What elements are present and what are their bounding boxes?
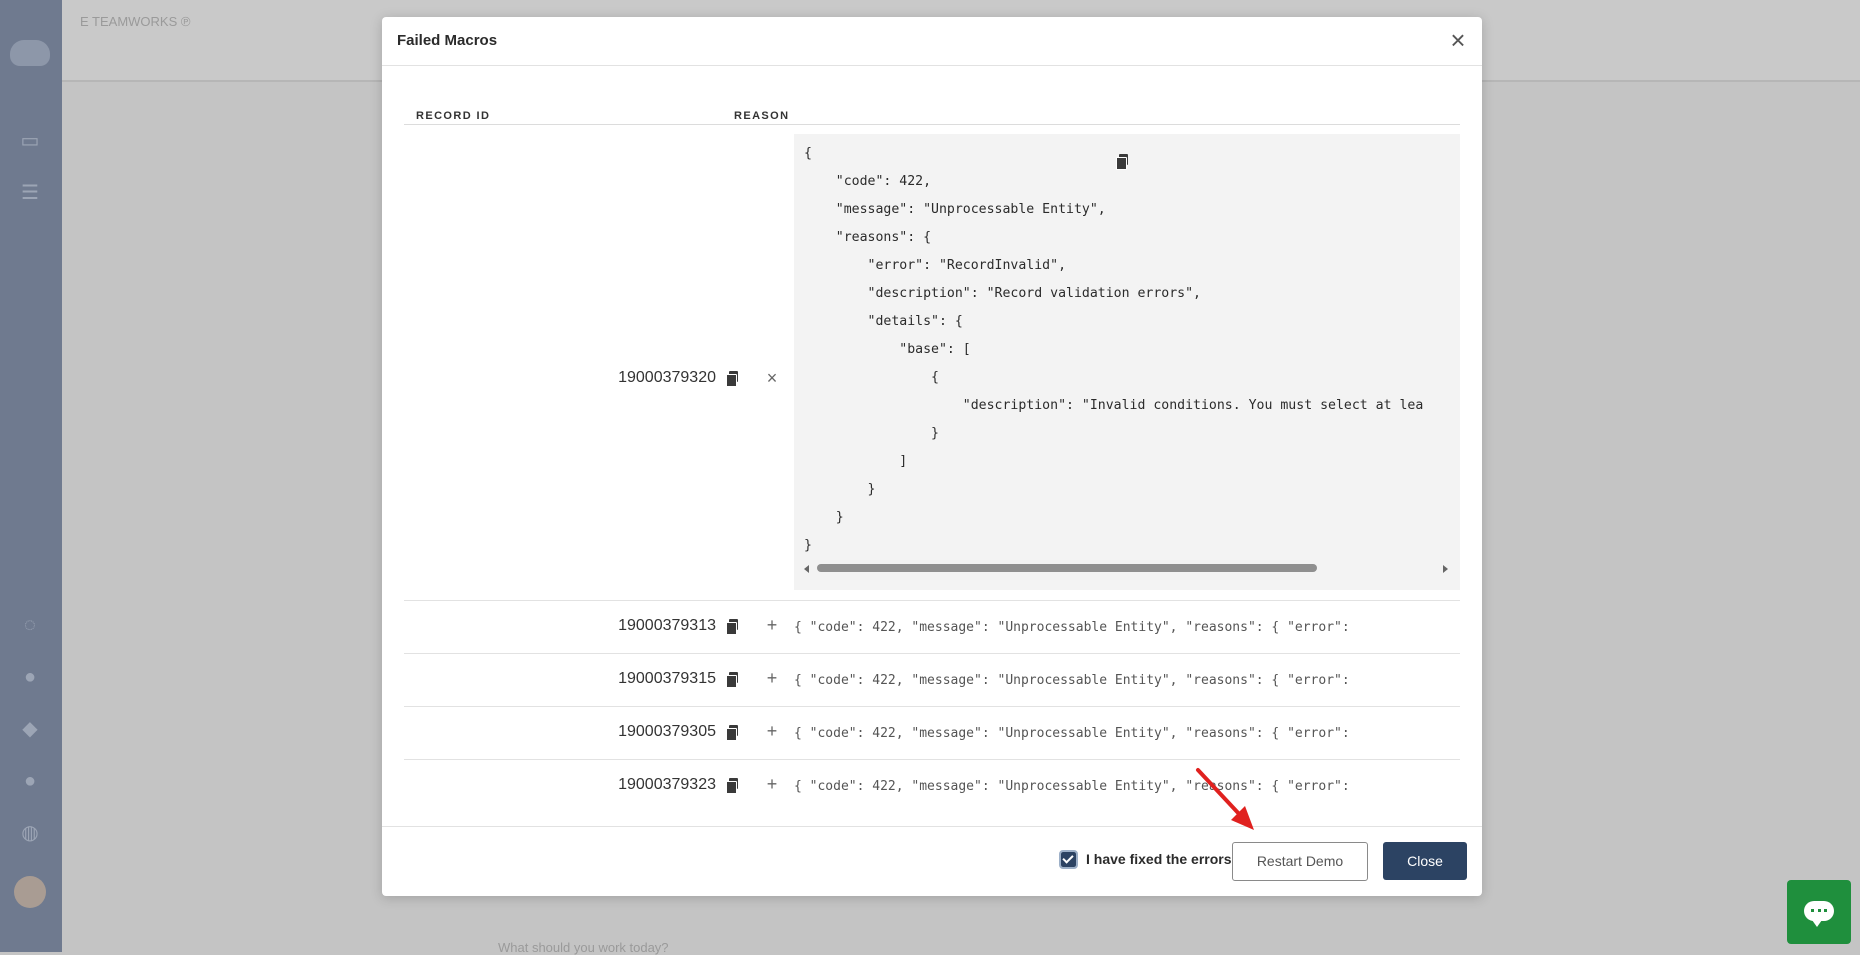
- collapse-toggle[interactable]: ×: [764, 368, 780, 389]
- modal-header: Failed Macros ×: [382, 17, 1482, 66]
- reason-json-block: { "code": 422, "message": "Unprocessable…: [794, 134, 1460, 590]
- failed-macros-modal: Failed Macros × RECORD ID REASON 1900037…: [382, 17, 1482, 896]
- chat-dots-icon: [1811, 909, 1827, 915]
- expand-toggle[interactable]: +: [764, 668, 780, 689]
- record-id: 19000379305: [618, 723, 716, 740]
- scroll-left-icon[interactable]: [804, 565, 809, 573]
- column-header-reason: REASON: [734, 110, 790, 122]
- app-logo-icon: [10, 40, 50, 66]
- copy-icon[interactable]: [726, 725, 740, 741]
- modal-title: Failed Macros: [397, 32, 498, 49]
- shield-icon[interactable]: ◆: [18, 718, 42, 740]
- reason-preview: { "code": 422, "message": "Unprocessable…: [794, 779, 1350, 794]
- table-row[interactable]: 19000379313 + { "code": 422, "message": …: [404, 601, 1460, 654]
- copy-icon[interactable]: [726, 778, 740, 794]
- scroll-right-icon[interactable]: [1443, 565, 1448, 573]
- table-row[interactable]: 19000379305 + { "code": 422, "message": …: [404, 707, 1460, 760]
- horizontal-scrollbar[interactable]: [794, 562, 1460, 576]
- background-page-title: E TEAMWORKS ℗: [80, 14, 191, 29]
- copy-icon[interactable]: [726, 672, 740, 688]
- headset-icon[interactable]: ◌: [18, 614, 42, 636]
- table-row[interactable]: 19000379323 + { "code": 422, "message": …: [404, 760, 1460, 812]
- lightbulb-icon[interactable]: ●: [18, 666, 42, 688]
- modal-footer: I have fixed the errors Restart Demo Clo…: [382, 826, 1482, 896]
- left-navigation-rail: ▭ ☰ ◌ ● ◆ ● ◍: [0, 0, 62, 952]
- copy-icon[interactable]: [726, 619, 740, 635]
- expand-toggle[interactable]: +: [764, 615, 780, 636]
- expand-toggle[interactable]: +: [764, 721, 780, 742]
- globe-icon[interactable]: ◍: [18, 822, 42, 844]
- record-id: 19000379320: [618, 369, 716, 386]
- table-header: RECORD ID REASON: [404, 65, 1460, 125]
- reason-preview: { "code": 422, "message": "Unprocessable…: [794, 673, 1350, 688]
- chat-widget-button[interactable]: [1787, 880, 1851, 944]
- close-button[interactable]: Close: [1383, 842, 1467, 880]
- copy-json-icon[interactable]: [1116, 154, 1130, 170]
- record-id: 19000379313: [618, 617, 716, 634]
- close-icon[interactable]: ×: [1446, 27, 1470, 53]
- record-id: 19000379323: [618, 776, 716, 793]
- reason-preview: { "code": 422, "message": "Unprocessable…: [794, 726, 1350, 741]
- help-icon[interactable]: ●: [18, 770, 42, 792]
- record-id: 19000379315: [618, 670, 716, 687]
- expand-toggle[interactable]: +: [764, 774, 780, 795]
- reason-preview: { "code": 422, "message": "Unprocessable…: [794, 620, 1350, 635]
- copy-icon[interactable]: [726, 371, 740, 387]
- table-row[interactable]: 19000379315 + { "code": 422, "message": …: [404, 654, 1460, 707]
- fixed-errors-checkbox[interactable]: [1059, 850, 1078, 869]
- scrollbar-thumb[interactable]: [817, 564, 1317, 572]
- reason-json-text: { "code": 422, "message": "Unprocessable…: [804, 146, 1424, 553]
- inbox-icon[interactable]: ▭: [18, 130, 42, 152]
- fixed-errors-label[interactable]: I have fixed the errors: [1086, 851, 1232, 867]
- user-avatar[interactable]: [14, 876, 46, 908]
- background-footer-hint: What should you work today?: [498, 940, 669, 955]
- table-row-expanded: 19000379320 × { "code": 422, "message": …: [404, 125, 1460, 601]
- column-header-record-id: RECORD ID: [416, 110, 491, 122]
- list-icon[interactable]: ☰: [18, 182, 42, 204]
- restart-demo-button[interactable]: Restart Demo: [1232, 842, 1368, 881]
